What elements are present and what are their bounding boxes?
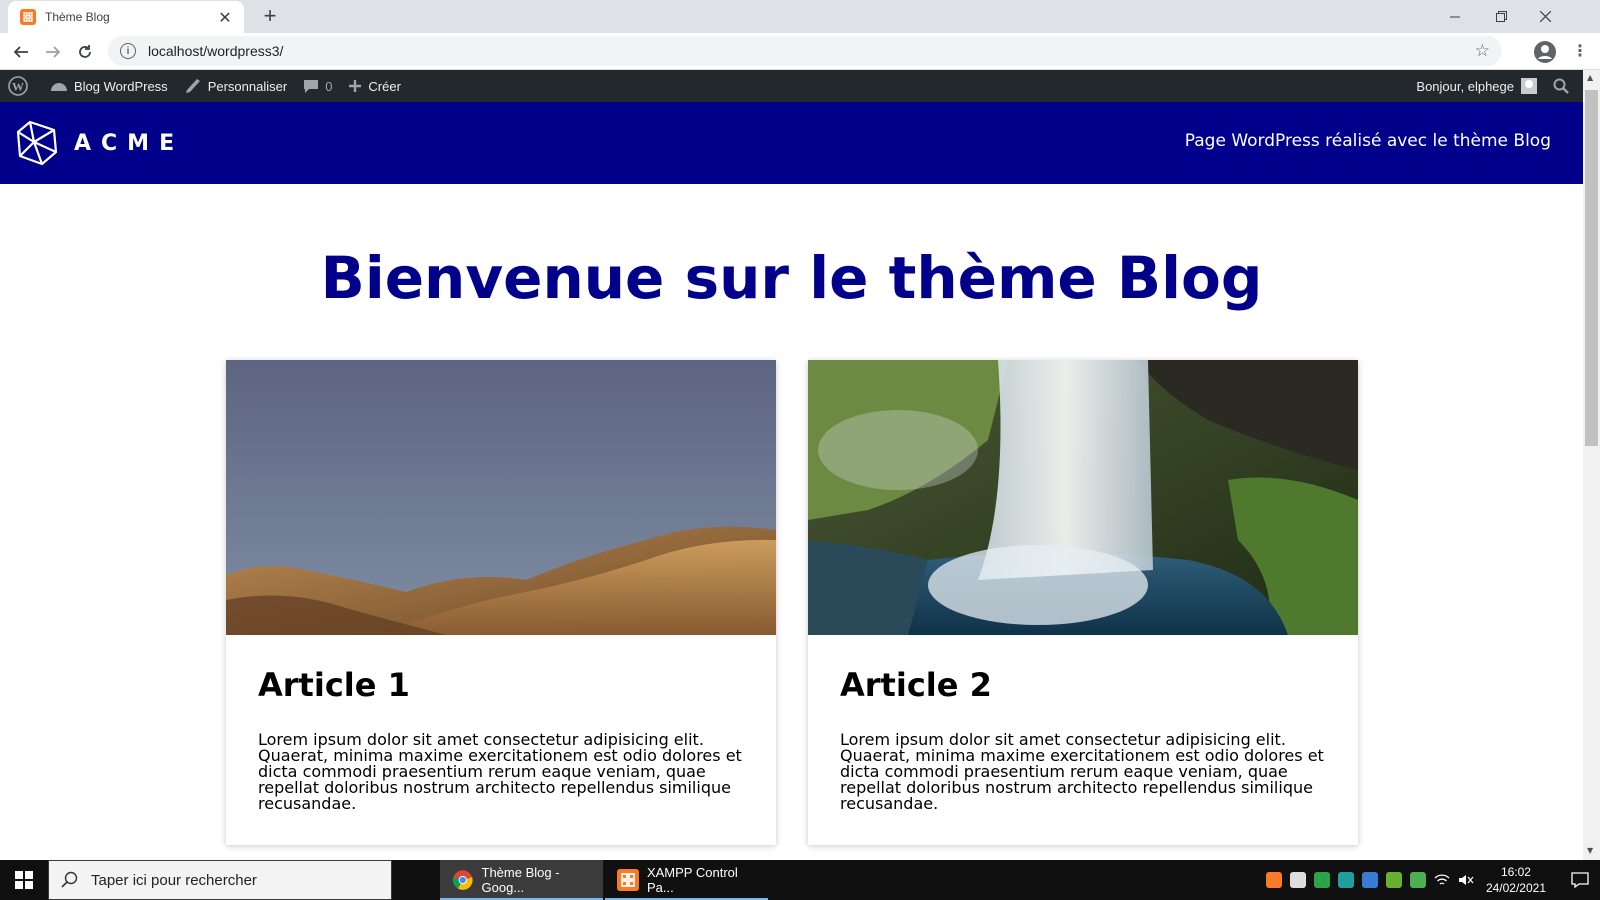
xampp-icon [617,869,639,891]
forward-arrow-icon[interactable] [40,39,66,65]
close-tab-icon[interactable]: ✕ [216,8,234,27]
waterfall-image[interactable] [808,360,1358,635]
logo-text: ACME [74,130,185,156]
notification-center-icon[interactable] [1560,871,1600,889]
xampp-favicon-icon [20,9,36,25]
browser-menu-icon[interactable]: ⋮ [1572,41,1588,60]
minimize-icon[interactable] [1432,0,1478,33]
bookmark-star-icon[interactable]: ☆ [1475,41,1490,61]
profile-avatar-icon[interactable] [1534,41,1556,63]
search-icon [61,871,78,888]
dashboard-icon [51,83,67,91]
desert-hills-image[interactable] [226,360,776,635]
brush-icon [185,79,200,93]
browser-tabstrip: Thème Blog ✕ + [0,0,1600,33]
article-card[interactable]: Article 2 Lorem ipsum dolor sit amet con… [808,360,1358,845]
app-tray-icon[interactable] [1409,872,1426,888]
article-excerpt: Lorem ipsum dolor sit amet consectetur a… [258,730,742,813]
browser-tab[interactable]: Thème Blog ✕ [8,1,244,33]
new-content-label: Créer [368,78,401,94]
windows-start-icon[interactable] [0,860,48,900]
customize-link[interactable]: Personnaliser [176,70,296,102]
customize-label: Personnaliser [207,78,288,94]
scroll-thumb[interactable] [1585,90,1598,446]
article-title[interactable]: Article 1 [258,666,410,704]
new-tab-button[interactable]: + [258,4,282,28]
system-tray: 16:02 24/02/2021 [1262,860,1600,900]
wifi-icon[interactable] [1434,872,1450,888]
article-card[interactable]: Article 1 Lorem ipsum dolor sit amet con… [226,360,776,845]
my-account-link[interactable]: Bonjour, elphege [1408,70,1545,102]
wp-admin-bar: W Blog WordPress Personnaliser 0 Créer B… [0,70,1583,102]
back-arrow-icon[interactable] [8,39,34,65]
monitor-tray-icon[interactable] [1361,872,1378,888]
admin-search-icon[interactable] [1545,70,1583,102]
url-text[interactable]: localhost/wordpress3/ [148,43,1475,59]
plus-icon [349,80,362,92]
clock-time: 16:02 [1500,865,1531,879]
site-name-link[interactable]: Blog WordPress [42,70,176,102]
clock-date: 24/02/2021 [1485,881,1546,895]
greeting-label: Bonjour, elphege [1416,78,1514,94]
article-title[interactable]: Article 2 [840,666,992,704]
chrome-icon [452,870,473,890]
page-title: Bienvenue sur le thème Blog [320,244,1263,312]
chrome-app-label: Thème Blog - Goog... [481,865,560,895]
comment-icon [304,80,319,93]
comments-link[interactable]: 0 [295,70,340,102]
volume-muted-icon[interactable] [1458,872,1474,888]
taskbar-chrome-app[interactable]: Thème Blog - Goog... [440,860,603,900]
shield-tray-icon[interactable] [1313,872,1330,888]
search-placeholder: Taper ici pour rechercher [91,871,257,889]
reload-icon[interactable] [72,39,98,65]
comments-count: 0 [325,78,333,94]
windows-taskbar: Taper ici pour rechercher Thème Blog - G… [0,860,1600,900]
xampp-app-label: XAMPP Control Pa... [646,865,738,895]
page-scrollbar[interactable]: ▲ ▼ [1583,70,1600,860]
svg-text:W: W [12,80,24,94]
site-header: ACME Page WordPress réalisé avec le thèm… [0,102,1583,184]
site-info-icon[interactable]: i [120,43,136,59]
scroll-down-icon[interactable]: ▼ [1587,846,1593,855]
acme-logo-icon [16,120,58,166]
address-bar[interactable]: i localhost/wordpress3/ ☆ [108,36,1502,66]
site-logo[interactable]: ACME [16,120,184,166]
wordpress-logo-icon[interactable]: W [0,70,42,102]
restore-icon[interactable] [1478,0,1524,33]
tab-title: Thème Blog [45,10,110,24]
new-content-link[interactable]: Créer [340,70,409,102]
browser-toolbar: i localhost/wordpress3/ ☆ ⋮ [0,33,1600,70]
scroll-up-icon[interactable]: ▲ [1587,73,1593,82]
article-excerpt: Lorem ipsum dolor sit amet consectetur a… [840,730,1324,813]
site-name-label: Blog WordPress [74,78,168,94]
taskbar-xampp-app[interactable]: XAMPP Control Pa... [605,860,768,900]
taskbar-clock[interactable]: 16:02 24/02/2021 [1486,864,1546,896]
keyboard-tray-icon[interactable] [1289,872,1306,888]
xampp-tray-icon[interactable] [1265,872,1282,888]
sync-tray-icon[interactable] [1337,872,1354,888]
taskbar-search-input[interactable]: Taper ici pour rechercher [48,860,392,900]
site-tagline: Page WordPress réalisé avec le thème Blo… [1184,131,1551,151]
cloud-tray-icon[interactable] [1385,872,1402,888]
user-avatar [1521,78,1537,94]
close-window-icon[interactable] [1522,0,1568,33]
